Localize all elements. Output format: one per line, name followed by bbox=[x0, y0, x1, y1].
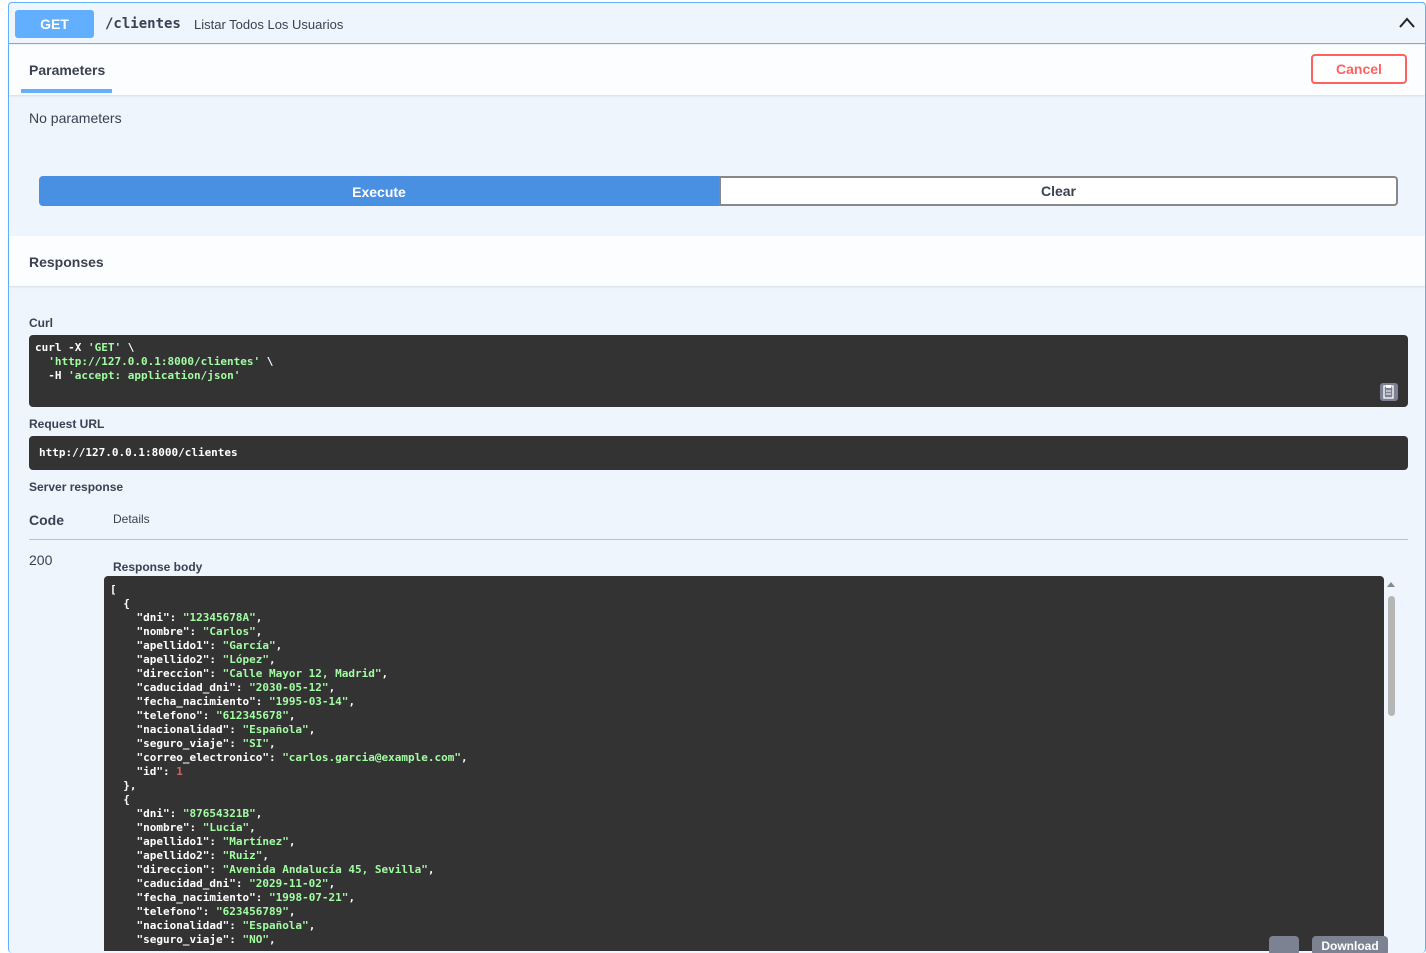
method-badge: GET bbox=[15, 10, 94, 38]
response-body-label: Response body bbox=[113, 560, 203, 574]
curl-code-block[interactable]: curl -X 'GET' \ 'http://127.0.0.1:8000/c… bbox=[29, 335, 1408, 407]
endpoint-path: /clientes bbox=[105, 16, 181, 32]
clear-button[interactable]: Clear bbox=[719, 176, 1398, 206]
scroll-thumb[interactable] bbox=[1388, 596, 1395, 716]
curl-label: Curl bbox=[29, 316, 53, 330]
curl-line2-url: 'http://127.0.0.1:8000/clientes' bbox=[48, 355, 261, 368]
curl-line1-continue: \ bbox=[121, 341, 135, 354]
scroll-up-arrow-icon[interactable] bbox=[1387, 582, 1395, 587]
response-scrollbar[interactable] bbox=[1386, 580, 1396, 951]
copy-response-button[interactable] bbox=[1269, 936, 1299, 953]
copy-to-clipboard-icon[interactable] bbox=[1380, 383, 1398, 401]
details-column-header: Details bbox=[113, 512, 150, 526]
server-response-label: Server response bbox=[29, 480, 124, 494]
request-url-label: Request URL bbox=[29, 417, 105, 431]
responses-header: Responses bbox=[9, 236, 1425, 286]
operation-summary[interactable]: GET /clientes Listar Todos Los Usuarios bbox=[9, 3, 1425, 44]
tab-active-indicator bbox=[21, 89, 112, 93]
request-url-block[interactable]: http://127.0.0.1:8000/clientes bbox=[29, 436, 1408, 470]
curl-line2-continue: \ bbox=[260, 355, 274, 368]
download-button[interactable]: Download bbox=[1312, 936, 1388, 953]
status-code: 200 bbox=[29, 552, 53, 568]
code-column-header: Code bbox=[29, 512, 64, 528]
chevron-up-icon[interactable] bbox=[1397, 14, 1417, 30]
curl-line1-method: 'GET' bbox=[87, 341, 122, 354]
parameters-header: Parameters Cancel bbox=[9, 45, 1425, 95]
responses-title: Responses bbox=[29, 254, 104, 270]
tab-parameters[interactable]: Parameters bbox=[29, 62, 105, 78]
cancel-button[interactable]: Cancel bbox=[1311, 54, 1407, 84]
no-parameters-text: No parameters bbox=[29, 110, 122, 126]
response-body-json: [ { "dni": "12345678A", "nombre": "Carlo… bbox=[110, 583, 468, 946]
request-url-value: http://127.0.0.1:8000/clientes bbox=[39, 446, 238, 459]
table-divider bbox=[29, 539, 1408, 540]
endpoint-description: Listar Todos Los Usuarios bbox=[194, 17, 344, 32]
curl-line3-header: 'accept: application/json' bbox=[68, 369, 241, 382]
execute-wrapper: Execute Clear bbox=[39, 176, 1398, 206]
curl-line3-cmd: -H bbox=[35, 369, 69, 382]
execute-button[interactable]: Execute bbox=[39, 176, 719, 206]
curl-line1-cmd: curl -X bbox=[35, 341, 88, 354]
response-body[interactable]: [ { "dni": "12345678A", "nombre": "Carlo… bbox=[104, 576, 1384, 951]
